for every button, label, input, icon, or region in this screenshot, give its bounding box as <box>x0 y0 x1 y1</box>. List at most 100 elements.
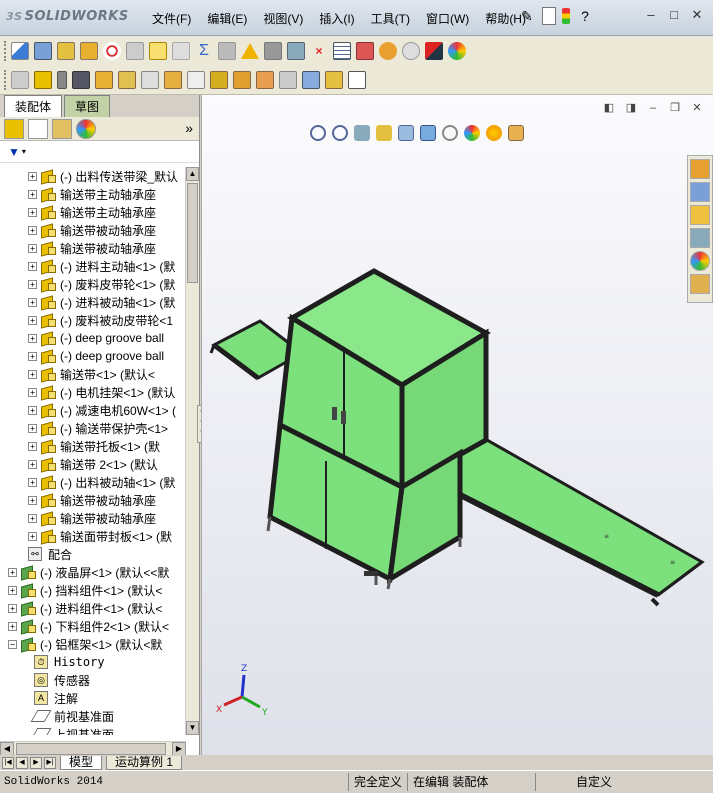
pattern-icon[interactable] <box>72 70 90 89</box>
next-tab-arrow[interactable]: ▶ <box>30 756 42 769</box>
tree-item[interactable]: + (-) 进料被动轴<1> (默 <box>0 293 186 311</box>
edit-component-icon[interactable] <box>34 41 52 60</box>
pin-icon[interactable]: ✎ <box>518 6 536 26</box>
collapse-node-icon[interactable]: − <box>8 639 17 649</box>
first-tab-arrow[interactable]: |◀ <box>2 756 14 769</box>
menu-file[interactable]: 文件(F) <box>152 10 191 27</box>
expand-node-icon[interactable]: + <box>28 369 37 379</box>
tree-item[interactable]: + (-) 下料组件2<1> (默认< <box>0 617 186 635</box>
menu-insert[interactable]: 插入(I) <box>319 10 354 27</box>
expand-node-icon[interactable]: + <box>28 459 37 469</box>
rebuild-traffic-light-icon[interactable] <box>562 8 570 24</box>
appearance-icon[interactable] <box>448 41 466 60</box>
tree-item[interactable]: + 输送带被动轴承座 <box>0 491 186 509</box>
expand-node-icon[interactable]: + <box>28 243 37 253</box>
tree-item[interactable]: + 输送带<1> (默认< <box>0 365 186 383</box>
gauge-icon[interactable] <box>103 41 121 60</box>
expand-node-icon[interactable]: + <box>28 441 37 451</box>
tree-item[interactable]: + (-) 出料被动轴<1> (默 <box>0 473 186 491</box>
tree-item[interactable]: + 输送带被动轴承座 <box>0 239 186 257</box>
expand-node-icon[interactable]: + <box>28 513 37 523</box>
expand-node-icon[interactable]: + <box>28 423 37 433</box>
tree-item[interactable]: + (-) 减速电机60W<1> ( <box>0 401 186 419</box>
tree-item[interactable]: + (-) 出料传送带梁_默认 <box>0 167 186 185</box>
scroll-up-arrow[interactable]: ▲ <box>186 167 199 181</box>
toolbar-grip[interactable] <box>4 69 7 90</box>
tree-item[interactable]: + (-) deep groove ball <box>0 329 186 347</box>
solidworks-logo[interactable]: 3S SOLIDWORKS <box>6 9 129 24</box>
expand-node-icon[interactable]: + <box>28 225 37 235</box>
tree-item[interactable]: A 注解 <box>0 689 186 707</box>
toolbar-grip[interactable] <box>4 40 7 61</box>
graphics-area[interactable]: ◧ ◨ – ❐ ✕ ≡ ≡ Z X Y <box>201 95 713 755</box>
bill-of-materials-icon[interactable] <box>233 70 251 89</box>
tree-item[interactable]: 上视基准面 <box>0 725 186 735</box>
door-handle-right[interactable] <box>341 411 346 424</box>
configuration-manager-icon[interactable] <box>52 118 72 139</box>
tree-item[interactable]: + (-) 进料主动轴<1> (默 <box>0 257 186 275</box>
expand-node-icon[interactable]: + <box>28 351 37 361</box>
explode-line-icon[interactable] <box>279 70 297 89</box>
tree-item[interactable]: + 输送带 2<1> (默认 <box>0 455 186 473</box>
hscroll-thumb[interactable] <box>16 743 166 755</box>
menu-view[interactable]: 视图(V) <box>263 10 303 27</box>
tab-sketch[interactable]: 草图 <box>64 95 111 117</box>
tools-icon[interactable] <box>80 41 98 60</box>
file-explorer-icon[interactable] <box>690 205 710 225</box>
cabinet[interactable] <box>266 268 491 590</box>
spellcheck-icon[interactable] <box>11 41 29 60</box>
expand-node-icon[interactable]: + <box>28 171 37 181</box>
scroll-down-arrow[interactable]: ▼ <box>186 721 199 735</box>
assembly-features-icon[interactable] <box>164 70 182 89</box>
property-manager-icon[interactable] <box>28 118 48 139</box>
performance-icon[interactable] <box>348 70 366 89</box>
sigma-icon[interactable]: Σ <box>195 42 213 60</box>
smart-fastener-icon[interactable] <box>95 70 113 89</box>
expand-node-icon[interactable]: + <box>28 189 37 199</box>
tree-item[interactable]: + (-) deep groove ball <box>0 347 186 365</box>
help-icon[interactable]: ? <box>576 6 594 26</box>
tree-item[interactable]: + 输送面带封板<1> (默 <box>0 527 186 545</box>
filter-dropdown-icon[interactable]: ▾ <box>22 147 26 156</box>
menu-edit[interactable]: 编辑(E) <box>207 10 247 27</box>
expand-node-icon[interactable]: + <box>28 531 37 541</box>
expand-node-icon[interactable]: + <box>28 477 37 487</box>
expand-node-icon[interactable]: + <box>8 567 17 577</box>
tree-item[interactable]: + 输送带主动轴承座 <box>0 185 186 203</box>
table-icon[interactable] <box>333 41 351 60</box>
filter-icon[interactable]: ▼ <box>8 145 20 159</box>
close-icon[interactable]: ✕ <box>687 6 707 24</box>
clearance-icon[interactable] <box>325 70 343 89</box>
delete-x-icon[interactable]: × <box>310 42 328 60</box>
tree-item[interactable]: + (-) 废料皮带轮<1> (默 <box>0 275 186 293</box>
new-part-icon[interactable] <box>34 70 52 89</box>
feature-manager-icon[interactable] <box>4 118 24 139</box>
design-library-icon[interactable] <box>690 182 710 202</box>
assembly-model[interactable]: ≡ ≡ Z X Y <box>202 95 713 755</box>
door-handle-left[interactable] <box>332 407 337 420</box>
insert-component-icon[interactable] <box>11 70 29 89</box>
scroll-thumb[interactable] <box>187 183 198 283</box>
expand-node-icon[interactable]: + <box>28 387 37 397</box>
measure-icon[interactable] <box>287 41 305 60</box>
checkbox-disabled-icon[interactable] <box>172 41 190 60</box>
show-hidden-icon[interactable] <box>141 70 159 89</box>
home-icon[interactable] <box>690 159 710 179</box>
interference-icon[interactable] <box>302 70 320 89</box>
tree-item[interactable]: 前视基准面 <box>0 707 186 725</box>
tree-item[interactable]: + (-) 输送带保护壳<1> <box>0 419 186 437</box>
color-square-icon[interactable] <box>425 41 443 60</box>
tree-item[interactable]: ◎ 传感器 <box>0 671 186 689</box>
component-props-icon[interactable] <box>356 41 374 60</box>
tree-item[interactable]: + 输送带被动轴承座 <box>0 509 186 527</box>
tree-item[interactable]: ⏱ History <box>0 653 186 671</box>
custom-properties-icon[interactable] <box>690 274 710 294</box>
tree-vertical-scrollbar[interactable]: ▲ ▼ <box>185 167 199 735</box>
display-manager-icon[interactable] <box>76 118 96 139</box>
exploded-view-icon[interactable] <box>256 70 274 89</box>
expand-node-icon[interactable]: + <box>28 405 37 415</box>
fx-icon[interactable] <box>218 41 236 60</box>
expand-node-icon[interactable]: + <box>28 315 37 325</box>
new-motion-study-icon[interactable] <box>210 70 228 89</box>
expand-node-icon[interactable]: + <box>28 207 37 217</box>
